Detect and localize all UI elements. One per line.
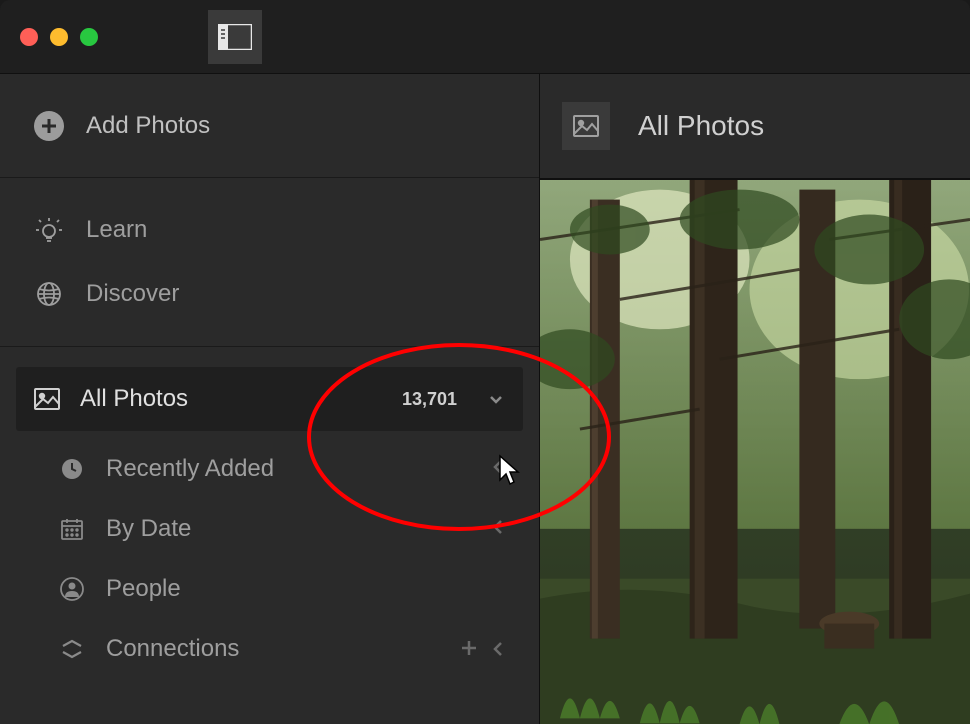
panel-toggle-icon <box>218 24 252 50</box>
main-header-icon-box <box>562 102 610 150</box>
add-photos-label: Add Photos <box>86 112 210 140</box>
sidebar: Add Photos Learn <box>0 74 539 724</box>
people-label: People <box>106 575 181 603</box>
nav-section: Learn Discover <box>0 178 539 347</box>
nav-discover[interactable]: Discover <box>0 262 539 326</box>
plus-icon[interactable] <box>461 640 477 656</box>
clock-icon <box>60 457 84 481</box>
photo-icon <box>573 115 599 137</box>
person-icon <box>60 577 84 601</box>
calendar-icon <box>60 517 84 541</box>
sidebar-item-by-date[interactable]: By Date <box>0 499 539 559</box>
nav-learn-label: Learn <box>86 216 147 244</box>
main-panel: All Photos <box>539 74 970 724</box>
photo-thumbnail[interactable] <box>540 180 970 724</box>
connections-label: Connections <box>106 635 239 663</box>
sidebar-item-recently-added[interactable]: Recently Added <box>0 439 539 499</box>
all-photos-label: All Photos <box>80 385 188 413</box>
chevron-left-icon[interactable] <box>491 640 505 658</box>
page-title: All Photos <box>638 110 764 142</box>
minimize-window-button[interactable] <box>50 28 68 46</box>
sidebar-item-connections[interactable]: Connections <box>0 619 539 679</box>
chevron-left-icon[interactable] <box>491 518 505 536</box>
connections-icon <box>60 637 84 661</box>
maximize-window-button[interactable] <box>80 28 98 46</box>
nav-discover-label: Discover <box>86 280 179 308</box>
window-controls <box>20 28 98 46</box>
all-photos-count: 13,701 <box>402 389 457 410</box>
plus-circle-icon <box>34 111 64 141</box>
sidebar-item-people[interactable]: People <box>0 559 539 619</box>
photo-icon <box>34 388 60 410</box>
sidebar-item-all-photos[interactable]: All Photos 13,701 <box>16 367 523 431</box>
library-section: All Photos 13,701 Recently Added <box>0 347 539 679</box>
window-titlebar <box>0 0 970 74</box>
close-window-button[interactable] <box>20 28 38 46</box>
lightbulb-icon <box>35 216 63 244</box>
globe-icon <box>36 281 62 307</box>
chevron-left-icon[interactable] <box>491 458 505 476</box>
main-header: All Photos <box>540 74 970 178</box>
add-photos-button[interactable]: Add Photos <box>0 74 539 178</box>
nav-learn[interactable]: Learn <box>0 198 539 262</box>
recently-added-label: Recently Added <box>106 455 274 483</box>
photo-grid[interactable] <box>540 178 970 724</box>
panel-toggle-button[interactable] <box>208 10 262 64</box>
by-date-label: By Date <box>106 515 191 543</box>
chevron-down-icon[interactable] <box>487 390 505 408</box>
